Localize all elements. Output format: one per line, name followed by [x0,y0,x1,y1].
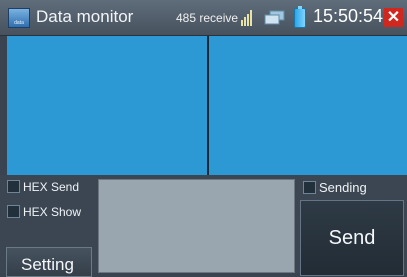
receive-status: 485 receive [176,11,239,25]
sending-checkbox[interactable] [303,181,316,194]
receive-data-panel[interactable] [7,36,207,175]
sending-label: Sending [319,180,367,195]
app-icon-label: data [14,20,24,26]
network-icon [264,10,285,25]
setting-button-label: Setting [21,255,74,274]
hex-show-label: HEX Show [23,205,82,219]
battery-icon [294,6,306,28]
signal-icon [241,9,254,26]
send-text-input[interactable] [98,179,295,273]
clock: 15:50:54 [313,6,384,26]
title-bar: data Data monitor 485 receive 15:50:54 ✕ [0,0,407,36]
send-button[interactable]: Send [300,200,404,276]
close-icon[interactable]: ✕ [384,8,403,27]
hex-send-checkbox[interactable] [7,180,20,193]
page-title: Data monitor [36,7,134,26]
send-button-label: Send [328,227,376,249]
data-app-icon: data [8,8,30,28]
send-data-panel[interactable] [209,36,407,175]
hex-send-label: HEX Send [23,180,80,194]
hex-show-checkbox[interactable] [7,205,20,218]
